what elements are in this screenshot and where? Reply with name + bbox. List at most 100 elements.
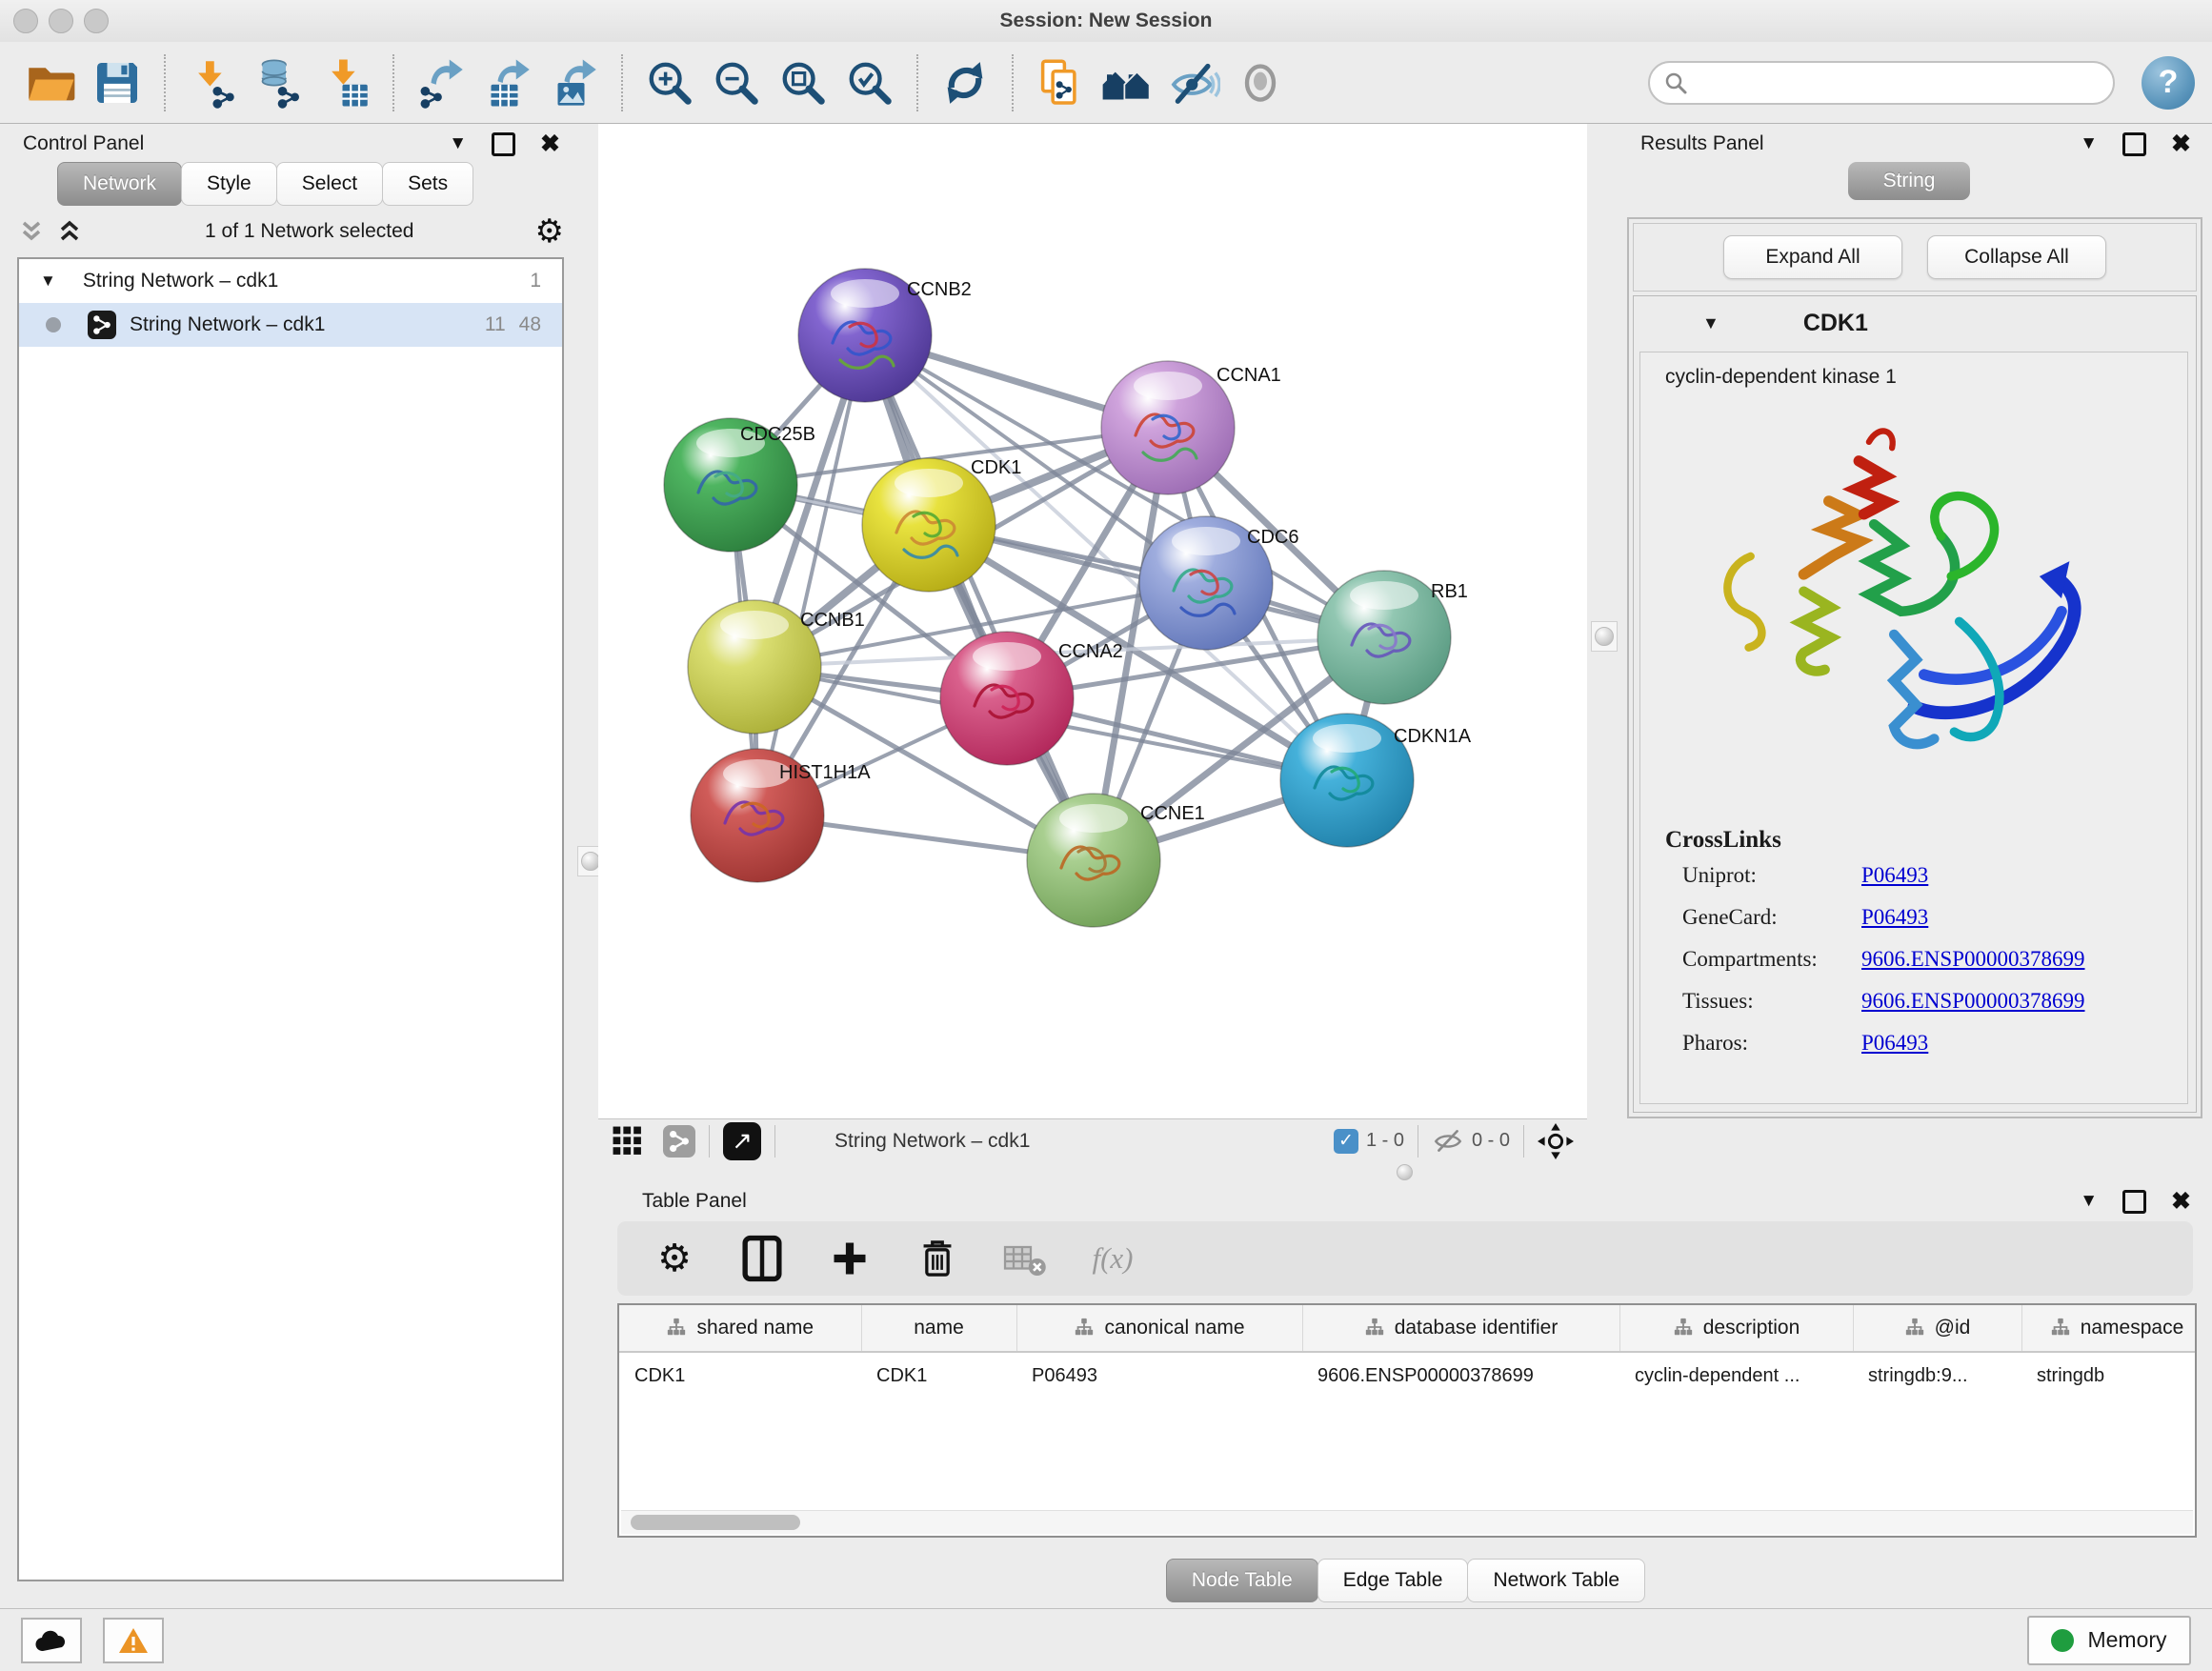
help-icon[interactable]: ? — [2142, 56, 2195, 110]
tree-expander-icon[interactable]: ▼ — [40, 272, 56, 291]
float-panel-icon[interactable] — [492, 132, 515, 156]
column-header[interactable]: @id — [1853, 1305, 2021, 1352]
title-bar: Session: New Session — [0, 0, 2212, 43]
memory-button[interactable]: Memory — [2027, 1616, 2191, 1665]
vertical-splitter-right[interactable] — [1591, 621, 1618, 652]
first-neighbors-icon[interactable] — [1094, 50, 1160, 116]
hide-selection-icon[interactable] — [1160, 50, 1227, 116]
tab-network-table[interactable]: Network Table — [1467, 1559, 1645, 1602]
cloud-icon[interactable] — [21, 1618, 82, 1663]
zoom-selected-icon[interactable] — [836, 50, 903, 116]
column-header[interactable]: description — [1619, 1305, 1853, 1352]
tab-node-table[interactable]: Node Table — [1166, 1559, 1318, 1602]
separator — [709, 1125, 710, 1158]
string-share-icon — [88, 311, 116, 339]
crosslink-tissues-link[interactable]: 9606.ENSP00000378699 — [1861, 989, 2085, 1014]
close-panel-icon[interactable]: ✖ — [540, 130, 560, 158]
tab-edge-table[interactable]: Edge Table — [1317, 1559, 1469, 1602]
horizontal-splitter[interactable] — [1397, 1164, 1413, 1180]
cell-shared-name[interactable]: CDK1 — [619, 1352, 861, 1399]
network-collection-row[interactable]: ▼ String Network – cdk1 1 — [19, 259, 562, 303]
column-header[interactable]: canonical name — [1016, 1305, 1302, 1352]
table-row[interactable]: CDK1 CDK1 P06493 9606.ENSP00000378699 cy… — [619, 1352, 2197, 1399]
entry-expander-icon[interactable]: ▼ — [1702, 313, 1719, 333]
edge-count: 48 — [519, 313, 541, 336]
tab-select[interactable]: Select — [276, 162, 383, 206]
new-network-from-selection-icon[interactable] — [1027, 50, 1094, 116]
cell-database-identifier[interactable]: 9606.ENSP00000378699 — [1302, 1352, 1619, 1399]
cell-name[interactable]: CDK1 — [861, 1352, 1016, 1399]
delete-column-icon[interactable] — [913, 1234, 962, 1283]
tab-string[interactable]: String — [1848, 162, 1970, 200]
open-session-icon[interactable] — [17, 50, 84, 116]
export-image-icon[interactable] — [541, 50, 608, 116]
column-header[interactable]: name — [861, 1305, 1016, 1352]
cell-namespace[interactable]: stringdb — [2021, 1352, 2197, 1399]
collapse-all-icon[interactable] — [17, 217, 46, 246]
crosslink-label: GeneCard: — [1665, 905, 1861, 930]
crosslink-compartments-link[interactable]: 9606.ENSP00000378699 — [1861, 947, 2085, 972]
delete-table-icon[interactable] — [1000, 1234, 1050, 1283]
column-header[interactable]: database identifier — [1302, 1305, 1619, 1352]
tab-style[interactable]: Style — [181, 162, 277, 206]
zoom-window-button[interactable] — [84, 9, 109, 33]
save-session-icon[interactable] — [84, 50, 151, 116]
add-column-icon[interactable] — [825, 1234, 875, 1283]
close-panel-icon[interactable]: ✖ — [2171, 130, 2191, 158]
cell-description[interactable]: cyclin-dependent ... — [1619, 1352, 1853, 1399]
import-network-icon[interactable] — [179, 50, 246, 116]
network-edge-CCNB2-CCNE1[interactable] — [865, 335, 1094, 860]
grid-view-icon[interactable] — [612, 1125, 644, 1158]
hidden-eye-icon[interactable] — [1432, 1127, 1464, 1156]
node-highlight — [831, 279, 899, 308]
main-toolbar: ? — [0, 42, 2212, 124]
zoom-fit-icon[interactable] — [770, 50, 836, 116]
tab-sets[interactable]: Sets — [382, 162, 473, 206]
node-highlight — [1134, 372, 1202, 400]
string-share-icon[interactable] — [663, 1125, 695, 1158]
selected-checkbox-icon[interactable]: ✓ — [1334, 1129, 1358, 1154]
zoom-in-icon[interactable] — [636, 50, 703, 116]
float-panel-icon[interactable] — [2122, 132, 2146, 156]
export-network-icon[interactable] — [408, 50, 474, 116]
close-window-button[interactable] — [13, 9, 38, 33]
show-all-icon[interactable] — [1227, 50, 1294, 116]
horizontal-scrollbar[interactable] — [621, 1510, 2193, 1534]
expand-all-button[interactable]: Expand All — [1723, 235, 1902, 279]
tab-network[interactable]: Network — [57, 162, 182, 206]
cell-id[interactable]: stringdb:9... — [1853, 1352, 2021, 1399]
fit-selected-crosshair-icon[interactable] — [1538, 1123, 1574, 1159]
search-box[interactable] — [1648, 61, 2115, 105]
zoom-out-icon[interactable] — [703, 50, 770, 116]
columns-icon[interactable] — [737, 1234, 787, 1283]
network-node-label: CCNB2 — [907, 279, 972, 300]
gear-icon[interactable]: ⚙ — [650, 1234, 699, 1283]
collapse-all-button[interactable]: Collapse All — [1927, 235, 2106, 279]
expand-all-icon[interactable] — [55, 217, 84, 246]
column-header[interactable]: namespace — [2021, 1305, 2197, 1352]
crosslink-genecard-link[interactable]: P06493 — [1861, 905, 1928, 930]
network-canvas[interactable]: CCNB2CCNA1CDC25BCDK1CDC6RB1CCNB1CCNA2CDK… — [598, 124, 1587, 1118]
collapse-panel-icon[interactable]: ▼ — [2080, 1191, 2098, 1212]
crosslink-uniprot-link[interactable]: P06493 — [1861, 863, 1928, 888]
close-panel-icon[interactable]: ✖ — [2171, 1187, 2191, 1216]
function-builder-icon[interactable]: f(x) — [1088, 1234, 1137, 1283]
search-input[interactable] — [1688, 63, 2113, 103]
export-table-icon[interactable] — [474, 50, 541, 116]
warning-icon[interactable] — [103, 1618, 164, 1663]
import-network-database-icon[interactable] — [246, 50, 312, 116]
minimize-window-button[interactable] — [49, 9, 73, 33]
cell-canonical-name[interactable]: P06493 — [1016, 1352, 1302, 1399]
scrollbar-thumb[interactable] — [631, 1515, 800, 1530]
column-header[interactable]: shared name — [619, 1305, 861, 1352]
float-panel-icon[interactable] — [2122, 1190, 2146, 1214]
gear-icon[interactable]: ⚙ — [535, 215, 564, 248]
network-row[interactable]: String Network – cdk1 11 48 — [19, 303, 562, 347]
toolbar-separator — [1012, 54, 1014, 111]
collapse-panel-icon[interactable]: ▼ — [2080, 133, 2098, 154]
collapse-panel-icon[interactable]: ▼ — [449, 133, 467, 154]
import-table-icon[interactable] — [312, 50, 379, 116]
refresh-icon[interactable] — [932, 50, 998, 116]
crosslink-pharos-link[interactable]: P06493 — [1861, 1031, 1928, 1056]
open-in-window-icon[interactable]: ↗ — [723, 1122, 761, 1160]
